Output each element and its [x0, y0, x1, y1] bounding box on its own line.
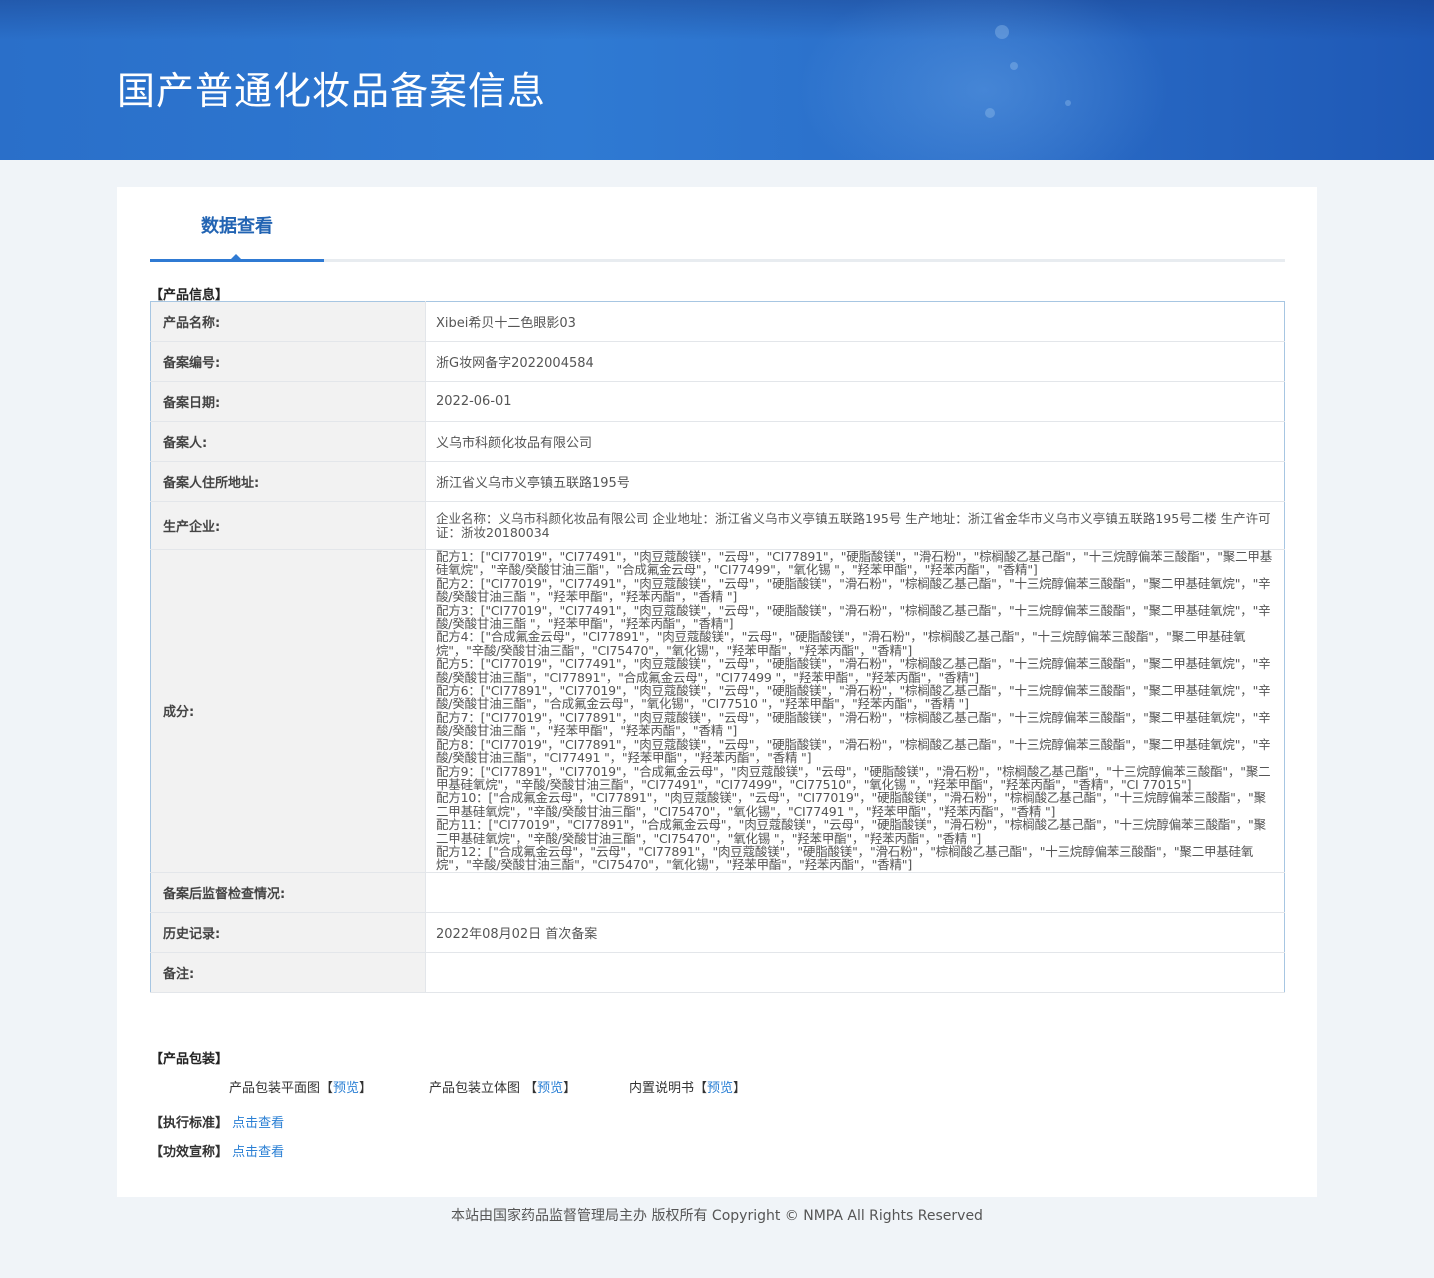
row-key: 备案编号:: [150, 341, 426, 382]
preview-link[interactable]: 预览: [333, 1081, 359, 1096]
packaging-item-flat: 产品包装平面图【预览】: [229, 1077, 372, 1096]
table-row: 备案后监督检查情况:: [150, 872, 1285, 913]
bracket: 】: [359, 1081, 373, 1096]
row-key: 备案人:: [150, 421, 426, 462]
tab-caret-icon: [230, 254, 242, 260]
tab-bar: 数据查看: [150, 187, 1285, 262]
bracket: 】: [733, 1081, 747, 1096]
efficacy-label: 【功效宣称】: [150, 1145, 229, 1160]
row-value: 浙江省义乌市义亭镇五联路195号: [425, 461, 1285, 502]
row-key: 备案后监督检查情况:: [150, 872, 426, 913]
ingredients-value: 配方1：["CI77019"，"CI77491"，"肉豆蔻酸镁"，"云母"，"C…: [425, 549, 1285, 873]
bracket: 【: [320, 1081, 334, 1096]
row-value: Xibei希贝十二色眼影03: [425, 301, 1285, 342]
content-card: 数据查看 【产品信息】 产品名称: Xibei希贝十二色眼影03 备案编号: 浙…: [117, 187, 1317, 1197]
row-key: 备案人住所地址:: [150, 461, 426, 502]
bracket: 】: [563, 1081, 577, 1096]
row-value: 义乌市科颜化妆品有限公司: [425, 421, 1285, 462]
packaging-item-3d: 产品包装立体图 【预览】: [429, 1077, 576, 1096]
bracket: 【: [694, 1081, 708, 1096]
standard-link[interactable]: 点击查看: [232, 1116, 284, 1131]
banner-dot: [1065, 100, 1071, 106]
table-row: 历史记录: 2022年08月02日 首次备案: [150, 912, 1285, 953]
page-title: 国产普通化妆品备案信息: [117, 69, 547, 113]
preview-link[interactable]: 预览: [537, 1081, 563, 1096]
banner-dot: [1010, 62, 1018, 70]
row-key: 历史记录:: [150, 912, 426, 953]
table-row: 产品名称: Xibei希贝十二色眼影03: [150, 301, 1285, 342]
packaging-item-label: 内置说明书: [629, 1081, 695, 1096]
row-value: [425, 872, 1285, 913]
tab-data-view[interactable]: 数据查看: [150, 187, 324, 262]
row-value: 2022年08月02日 首次备案: [425, 912, 1285, 953]
section-label-packaging: 【产品包装】: [150, 1052, 229, 1067]
row-value: 浙G妆网备字2022004584: [425, 341, 1285, 382]
packaging-item-manual: 内置说明书【预览】: [629, 1077, 746, 1096]
banner-dot: [985, 108, 995, 118]
bracket: 【: [524, 1081, 538, 1096]
table-row: 备案人住所地址: 浙江省义乌市义亭镇五联路195号: [150, 461, 1285, 502]
preview-link[interactable]: 预览: [707, 1081, 733, 1096]
table-row: 备案日期: 2022-06-01: [150, 381, 1285, 422]
row-key: 备注:: [150, 952, 426, 993]
row-value: 2022-06-01: [425, 381, 1285, 422]
efficacy-row: 【功效宣称】 点击查看: [150, 1141, 284, 1160]
header-banner: 国产普通化妆品备案信息: [0, 0, 1434, 160]
table-row: 备案编号: 浙G妆网备字2022004584: [150, 341, 1285, 382]
row-value: [425, 952, 1285, 993]
row-key: 生产企业:: [150, 501, 426, 550]
table-row: 成分: 配方1：["CI77019"，"CI77491"，"肉豆蔻酸镁"，"云母…: [150, 549, 1285, 873]
table-row: 备注:: [150, 952, 1285, 993]
row-key: 备案日期:: [150, 381, 426, 422]
standard-label: 【执行标准】: [150, 1116, 229, 1131]
footer: 本站由国家药品监督管理局主办 版权所有 Copyright © NMPA All…: [451, 1208, 983, 1224]
row-key: 产品名称:: [150, 301, 426, 342]
table-row: 生产企业: 企业名称：义乌市科颜化妆品有限公司 企业地址：浙江省义乌市义亭镇五联…: [150, 501, 1285, 550]
tab-label: 数据查看: [201, 216, 273, 237]
banner-dot: [995, 25, 1009, 39]
product-info-table: 产品名称: Xibei希贝十二色眼影03 备案编号: 浙G妆网备字2022004…: [150, 301, 1285, 993]
row-value: 企业名称：义乌市科颜化妆品有限公司 企业地址：浙江省义乌市义亭镇五联路195号 …: [425, 501, 1285, 550]
table-row: 备案人: 义乌市科颜化妆品有限公司: [150, 421, 1285, 462]
packaging-item-label: 产品包装平面图: [229, 1081, 321, 1096]
banner-shade: [0, 0, 1434, 40]
efficacy-link[interactable]: 点击查看: [232, 1145, 284, 1160]
standard-row: 【执行标准】 点击查看: [150, 1112, 284, 1131]
banner-glow: [784, 0, 1184, 160]
packaging-item-label: 产品包装立体图: [429, 1081, 525, 1096]
row-key: 成分:: [150, 549, 426, 873]
